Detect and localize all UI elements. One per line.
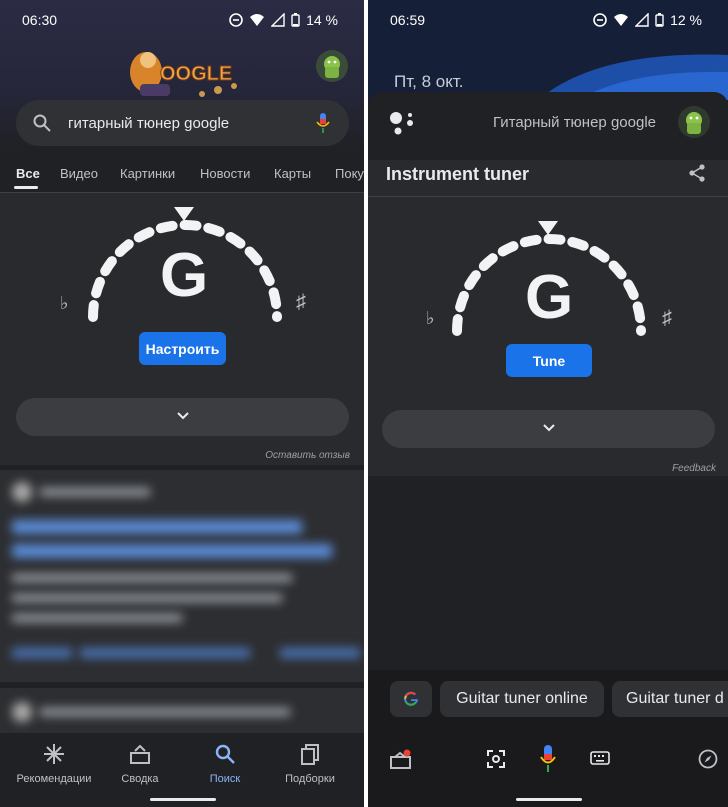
assistant-logo-icon	[390, 112, 413, 135]
nav-label: Поиск	[209, 773, 241, 785]
suggestion-chip[interactable]: Guitar tuner d	[612, 681, 728, 717]
battery-icon	[291, 13, 300, 27]
avatar[interactable]	[316, 50, 348, 82]
avatar[interactable]	[678, 106, 710, 138]
chevron-down-icon	[543, 424, 555, 432]
feedback-link[interactable]: Feedback	[672, 463, 716, 474]
search-icon	[215, 744, 235, 764]
search-tabs: Все Видео Картинки Новости Карты Поку	[0, 150, 364, 192]
status-bar: 06:59 12 %	[368, 0, 728, 40]
google-search-chip[interactable]	[390, 681, 432, 717]
result-snippet-line	[12, 574, 292, 582]
tab-shopping[interactable]: Поку	[335, 166, 364, 181]
flat-symbol: ♭	[426, 308, 435, 328]
lens-icon[interactable]	[486, 749, 506, 769]
assistant-screen: 06:59 12 % Пт, 8 окт. Гитарный тюнер goo…	[368, 0, 728, 807]
search-bar[interactable]: гитарный тюнер google	[16, 100, 349, 146]
gesture-bar[interactable]	[516, 798, 582, 801]
microphone-icon[interactable]	[316, 112, 330, 134]
flat-symbol: ♭	[60, 293, 69, 313]
nav-item-summary[interactable]: Сводка	[100, 743, 180, 785]
tuner-note: G	[525, 263, 574, 332]
blurred-result-1	[0, 470, 364, 682]
signal-icon	[271, 13, 285, 27]
result-snippet-line	[12, 594, 282, 602]
chevron-down-icon	[177, 412, 189, 420]
sharp-symbol: ♯	[296, 291, 306, 313]
tab-images[interactable]: Картинки	[120, 166, 175, 181]
search-input[interactable]: гитарный тюнер google	[68, 115, 229, 132]
tune-button[interactable]: Настроить	[139, 332, 226, 365]
tuner-note: G	[160, 241, 209, 310]
pitch-indicator-icon	[538, 221, 558, 235]
google-doodle[interactable]: OOGLE	[118, 46, 246, 100]
collections-icon	[301, 744, 319, 765]
nav-label: Подборки	[285, 773, 335, 785]
divider	[368, 196, 728, 197]
result-link[interactable]	[12, 648, 72, 658]
microphone-icon[interactable]	[540, 744, 556, 774]
result-favicon	[12, 482, 32, 502]
sharp-symbol: ♯	[662, 307, 672, 329]
nav-label: Рекомендации	[16, 773, 92, 785]
google-search-screen: 06:30 14 % OOGLE гитарный тюнер google В…	[0, 0, 364, 807]
assistant-bottom-bar	[368, 735, 728, 807]
tab-maps[interactable]: Карты	[274, 166, 311, 181]
expand-bar[interactable]	[382, 410, 715, 448]
status-time: 06:30	[22, 12, 58, 28]
dnd-icon	[229, 13, 243, 27]
feedback-link[interactable]: Оставить отзыв	[265, 450, 350, 461]
keyboard-icon[interactable]	[590, 751, 610, 765]
expand-bar[interactable]	[16, 398, 349, 436]
nav-item-search[interactable]: Поиск	[185, 743, 265, 785]
status-bar: 06:30 14 %	[0, 0, 364, 40]
wifi-icon	[250, 14, 265, 26]
card-title: Instrument tuner	[386, 164, 530, 184]
wifi-icon	[614, 14, 629, 26]
result-link[interactable]	[280, 648, 360, 658]
blurred-result-2	[0, 688, 364, 733]
signal-icon	[635, 13, 649, 27]
result-snippet-line	[12, 614, 182, 622]
tuner-card: G ♭ ♯ Настроить Оставить отзыв	[0, 193, 364, 465]
tab-news[interactable]: Новости	[200, 166, 250, 181]
asterisk-icon	[44, 744, 64, 764]
svg-text:OOGLE: OOGLE	[160, 63, 232, 85]
tune-button[interactable]: Tune	[506, 344, 592, 377]
status-time: 06:59	[390, 12, 426, 28]
result-source	[40, 488, 150, 496]
assistant-query[interactable]: Гитарный тюнер google	[493, 114, 656, 131]
nav-item-collections[interactable]: Подборки	[270, 743, 350, 785]
dnd-icon	[593, 13, 607, 27]
tuner-card: Instrument tuner G ♭ ♯ Tune Feedback	[368, 160, 728, 476]
tab-active-indicator	[14, 186, 38, 189]
result-source	[40, 708, 290, 716]
snapshot-icon[interactable]	[390, 749, 412, 769]
result-favicon	[12, 702, 32, 722]
gesture-bar[interactable]	[150, 798, 216, 801]
date-text: Пт, 8 окт.	[394, 72, 464, 91]
tab-all[interactable]: Все	[16, 166, 40, 181]
result-link[interactable]	[80, 648, 250, 658]
result-title-line[interactable]	[12, 520, 302, 534]
battery-level: 14 %	[306, 12, 338, 28]
search-icon	[33, 114, 51, 132]
compass-icon[interactable]	[698, 749, 718, 769]
share-icon[interactable]	[688, 164, 706, 182]
nav-label: Сводка	[121, 773, 159, 785]
google-g-icon	[404, 691, 418, 706]
nav-item-recommendations[interactable]: Рекомендации	[8, 743, 100, 785]
summary-icon	[130, 744, 150, 764]
battery-level: 12 %	[670, 12, 702, 28]
bottom-navigation: Рекомендации Сводка Поиск Подборки	[0, 733, 364, 807]
battery-icon	[655, 13, 664, 27]
suggestion-chip[interactable]: Guitar tuner online	[440, 681, 604, 717]
result-title-line[interactable]	[12, 544, 332, 558]
tab-video[interactable]: Видео	[60, 166, 98, 181]
pitch-indicator-icon	[174, 207, 194, 221]
